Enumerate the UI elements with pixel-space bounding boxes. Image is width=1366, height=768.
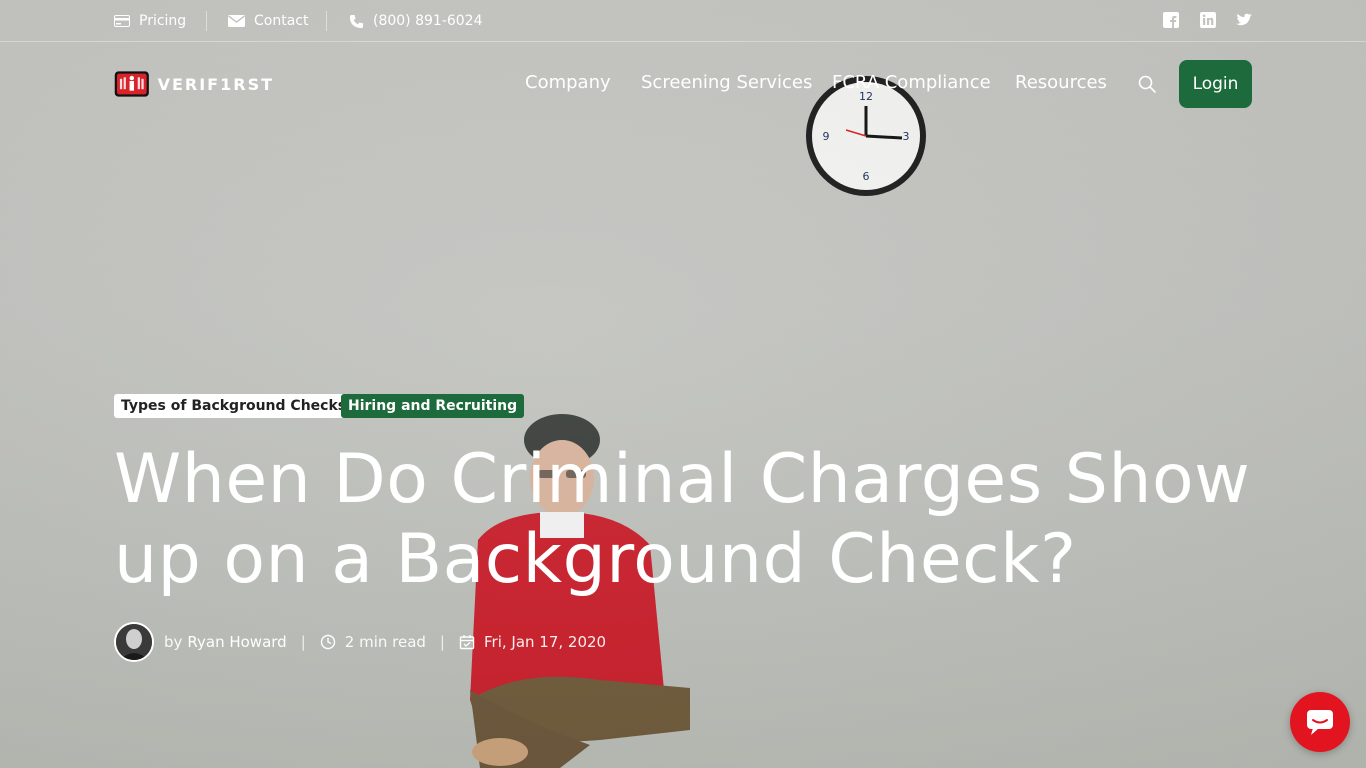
tag-hiring-and-recruiting[interactable]: Hiring and Recruiting <box>341 394 525 418</box>
clock-icon <box>320 634 335 650</box>
search-icon[interactable] <box>1138 75 1156 93</box>
twitter-icon[interactable] <box>1236 12 1252 28</box>
meta-separator: | <box>300 633 306 651</box>
top-utility-bar: Pricing Contact (800) 891-6024 <box>0 0 1366 42</box>
verifirst-logo[interactable]: VERIF1RST <box>114 66 274 102</box>
contact-link[interactable]: Contact <box>228 12 308 30</box>
publish-date: Fri, Jan 17, 2020 <box>483 633 607 651</box>
meta-separator: | <box>439 633 445 651</box>
pricing-link[interactable]: Pricing <box>114 12 186 30</box>
nav-screening-services[interactable]: Screening Services <box>641 72 812 93</box>
divider <box>326 11 327 31</box>
phone-label: (800) 891-6024 <box>373 13 483 29</box>
logo-mark-icon <box>114 71 149 97</box>
contact-label: Contact <box>254 13 309 29</box>
read-time: 2 min read <box>344 633 426 651</box>
calendar-icon <box>459 635 475 650</box>
nav-fcra-compliance[interactable]: FCRA Compliance <box>832 72 991 93</box>
linkedin-icon[interactable] <box>1200 12 1216 28</box>
nav-company[interactable]: Company <box>525 72 611 93</box>
login-button[interactable]: Login <box>1179 60 1252 108</box>
author-photo <box>116 624 152 660</box>
pricing-label: Pricing <box>139 13 187 29</box>
facebook-icon[interactable] <box>1163 12 1179 28</box>
envelope-icon <box>228 15 245 27</box>
nav-resources[interactable]: Resources <box>1015 72 1107 93</box>
divider <box>206 11 207 31</box>
chat-bubble-icon <box>1307 710 1333 735</box>
chat-launcher-button[interactable] <box>1290 692 1350 752</box>
tag-types-of-background-checks[interactable]: Types of Background Checks <box>114 394 354 418</box>
article-meta: by Ryan Howard | 2 min read | Fri, Jan 1… <box>114 622 606 662</box>
author-prefix: by <box>164 633 183 651</box>
author-link[interactable]: Ryan Howard <box>187 633 286 651</box>
credit-card-icon <box>114 15 130 27</box>
author-avatar[interactable] <box>114 622 154 662</box>
phone-link[interactable]: (800) 891-6024 <box>349 12 483 30</box>
phone-icon <box>349 14 364 28</box>
article-title: When Do Criminal Charges Show up on a Ba… <box>114 440 1251 599</box>
logo-text: VERIF1RST <box>157 74 274 94</box>
